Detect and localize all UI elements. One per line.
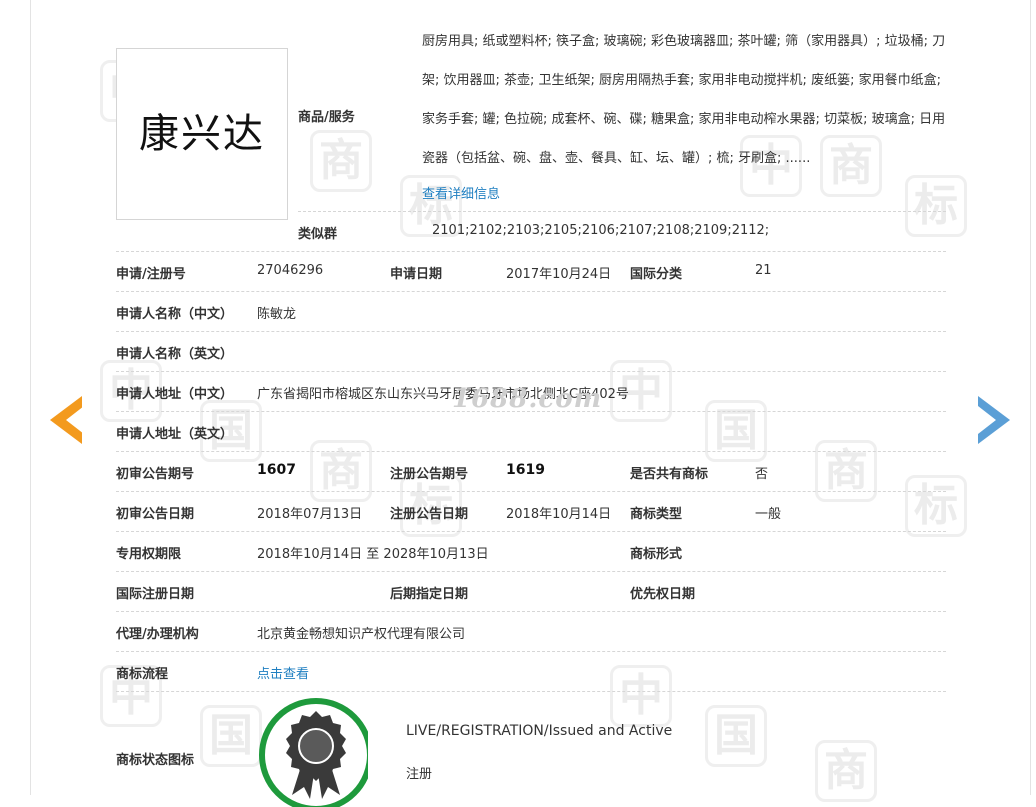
applicant-cn-label: 申请人名称（中文） xyxy=(116,307,234,322)
exclusive-period-value: 2018年10月14日 至 2028年10月13日 xyxy=(257,547,489,562)
divider xyxy=(116,371,946,372)
reg-no-label: 申请/注册号 xyxy=(116,267,186,282)
prelim-date-label: 初审公告日期 xyxy=(116,507,195,522)
applicant-cn-value: 陈敏龙 xyxy=(257,307,297,322)
watermark-tile: 国 xyxy=(705,705,767,767)
watermark-tile: 商 xyxy=(310,440,372,502)
process-view-link[interactable]: 点击查看 xyxy=(257,663,309,682)
view-details-link[interactable]: 查看详细信息 xyxy=(422,183,500,202)
address-en-label: 申请人地址（英文） xyxy=(116,427,234,442)
goods-services-text: 厨房用具; 纸或塑料杯; 筷子盒; 玻璃碗; 彩色玻璃器皿; 茶叶罐; 筛（家用… xyxy=(422,34,946,166)
exclusive-period-label: 专用权期限 xyxy=(116,547,182,562)
tm-type-value: 一般 xyxy=(755,507,782,522)
similar-group-label: 类似群 xyxy=(298,227,338,242)
divider xyxy=(116,571,946,572)
frame-left-border xyxy=(30,0,31,795)
watermark-tile: 标 xyxy=(905,175,967,237)
shared-label: 是否共有商标 xyxy=(630,467,709,482)
agent-label: 代理/办理机构 xyxy=(116,627,199,642)
intl-reg-date-label: 国际注册日期 xyxy=(116,587,195,602)
tm-type-label: 商标类型 xyxy=(630,507,683,522)
divider xyxy=(116,491,946,492)
trademark-image: 康兴达 xyxy=(116,48,288,220)
intl-class-label: 国际分类 xyxy=(630,267,683,282)
divider xyxy=(116,411,946,412)
app-date-value: 2017年10月24日 xyxy=(506,267,612,282)
divider xyxy=(116,651,946,652)
watermark-tile: 国 xyxy=(200,705,262,767)
prelim-date-value: 2018年07月13日 xyxy=(257,507,363,522)
watermark-tile: 标 xyxy=(905,475,967,537)
site-watermark: 1688.com xyxy=(452,384,603,414)
tm-form-label: 商标形式 xyxy=(630,547,683,562)
reg-pub-no-value: 1619 xyxy=(506,462,545,478)
address-cn-label: 申请人地址（中文） xyxy=(116,387,234,402)
status-icon-label: 商标状态图标 xyxy=(116,753,195,768)
trademark-logo-text: 康兴达 xyxy=(139,111,265,157)
reg-no-value: 27046296 xyxy=(257,263,324,278)
watermark-tile: 商 xyxy=(815,440,877,502)
prelim-no-value: 1607 xyxy=(257,462,296,478)
divider xyxy=(116,331,946,332)
watermark-tile: 商 xyxy=(815,740,877,802)
priority-date-label: 优先权日期 xyxy=(630,587,696,602)
registration-badge-icon xyxy=(259,698,368,807)
later-date-label: 后期指定日期 xyxy=(390,587,469,602)
frame-right-border xyxy=(1030,0,1031,795)
divider xyxy=(116,451,946,452)
applicant-en-label: 申请人名称（英文） xyxy=(116,347,234,362)
status-chinese: 注册 xyxy=(406,767,433,782)
divider xyxy=(116,251,946,252)
reg-pub-no-label: 注册公告期号 xyxy=(390,467,469,482)
divider xyxy=(116,691,946,692)
agent-value: 北京黄金畅想知识产权代理有限公司 xyxy=(257,627,466,642)
divider xyxy=(116,291,946,292)
intl-class-value: 21 xyxy=(755,263,772,278)
status-english: LIVE/REGISTRATION/Issued and Active xyxy=(406,723,673,739)
similar-group-value: 2101;2102;2103;2105;2106;2107;2108;2109;… xyxy=(432,223,770,238)
reg-pub-date-label: 注册公告日期 xyxy=(390,507,469,522)
watermark-tile: 商 xyxy=(310,130,372,192)
prelim-no-label: 初审公告期号 xyxy=(116,467,195,482)
reg-pub-date-value: 2018年10月14日 xyxy=(506,507,612,522)
divider xyxy=(298,211,946,212)
shared-value: 否 xyxy=(755,467,769,482)
watermark-tile: 国 xyxy=(705,400,767,462)
divider xyxy=(116,531,946,532)
watermark-tile: 中 xyxy=(610,665,672,727)
app-date-label: 申请日期 xyxy=(390,267,443,282)
divider xyxy=(116,611,946,612)
goods-services-label: 商品/服务 xyxy=(298,110,355,125)
process-label: 商标流程 xyxy=(116,667,169,682)
